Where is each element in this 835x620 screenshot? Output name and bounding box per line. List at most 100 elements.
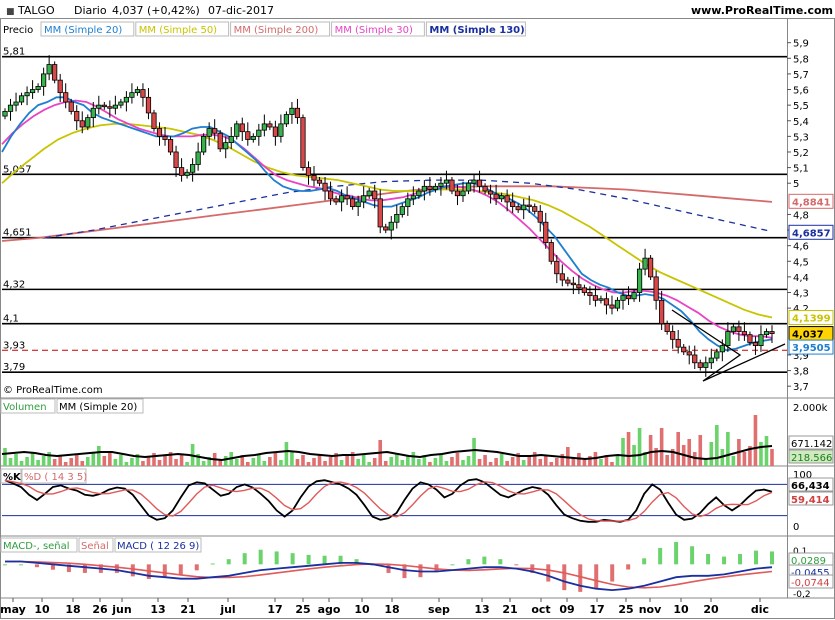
candle-body-129 bbox=[714, 351, 720, 359]
candle-body-123 bbox=[681, 346, 687, 353]
candle-body-20 bbox=[112, 104, 118, 109]
volume-legend-label: Volumen bbox=[3, 402, 47, 413]
candle-body-120 bbox=[664, 323, 670, 332]
volume-bar-17 bbox=[97, 446, 101, 466]
ma-line-200 bbox=[1, 185, 773, 242]
volume-bar-77 bbox=[428, 462, 432, 466]
candle-body-128 bbox=[708, 357, 714, 364]
volume-bar-65 bbox=[361, 455, 366, 466]
candle-body-42 bbox=[234, 123, 240, 137]
candle-body-14 bbox=[79, 120, 85, 128]
volume-bar-62 bbox=[345, 456, 349, 466]
volume-bar-88 bbox=[488, 462, 493, 466]
volume-bar-13 bbox=[74, 454, 79, 466]
candle-body-65 bbox=[361, 195, 367, 203]
candle-body-0 bbox=[2, 110, 8, 117]
candle-body-133 bbox=[736, 326, 742, 332]
stoch-tag-0: 66,434 bbox=[791, 481, 830, 492]
macd-hist-bar-34 bbox=[546, 564, 551, 582]
stoch-axis-label-2: 0 bbox=[793, 522, 799, 533]
candle-body-31 bbox=[173, 151, 179, 168]
x-axis-label-9: 25 bbox=[295, 603, 310, 616]
volume-bar-11 bbox=[63, 462, 68, 466]
volume-bar-136 bbox=[753, 415, 758, 466]
candle-body-136 bbox=[752, 342, 759, 346]
candle-body-85 bbox=[471, 179, 477, 184]
price-axis-label-0: 5,9 bbox=[793, 39, 809, 50]
volume-bar-6 bbox=[36, 460, 40, 466]
volume-bar-16 bbox=[91, 453, 96, 466]
price-axis-label-15: 4,3 bbox=[793, 289, 809, 300]
macd-hist-bar-39 bbox=[626, 564, 631, 570]
macd-legend-main: MACD ( 12 26 9) bbox=[117, 541, 199, 552]
candle-body-125 bbox=[692, 354, 698, 364]
volume-bar-54 bbox=[301, 455, 305, 466]
macd-hist-bar-11 bbox=[178, 564, 183, 576]
copyright-label: © ProRealTime.com bbox=[3, 385, 103, 396]
volume-bar-50 bbox=[279, 460, 283, 466]
macd-hist-bar-40 bbox=[642, 558, 647, 565]
candle-body-24 bbox=[134, 89, 141, 94]
x-axis-label-19: 25 bbox=[618, 603, 633, 616]
candle-body-117 bbox=[648, 257, 654, 278]
candle-body-52 bbox=[289, 107, 295, 115]
candle-body-121 bbox=[670, 331, 676, 340]
volume-bar-40 bbox=[223, 456, 228, 466]
candle-body-80 bbox=[443, 179, 450, 184]
macd-hist-bar-18 bbox=[290, 553, 295, 565]
candle-body-38 bbox=[212, 128, 218, 134]
candle-body-111 bbox=[614, 299, 621, 309]
value-tag-2: 4,1399 bbox=[792, 314, 831, 325]
volume-bar-20 bbox=[113, 459, 118, 466]
candle-body-35 bbox=[195, 151, 201, 165]
x-axis-label-5: 13 bbox=[150, 603, 165, 616]
candle-body-84 bbox=[465, 182, 472, 192]
volume-bar-28 bbox=[157, 460, 162, 466]
price-axis-label-5: 5,4 bbox=[793, 117, 809, 128]
candle-body-70 bbox=[388, 221, 394, 231]
candle-body-68 bbox=[377, 198, 383, 228]
x-axis-label-20: nov bbox=[639, 603, 662, 616]
macd-hist-bar-1 bbox=[18, 564, 23, 566]
price-axis-label-1: 5,8 bbox=[793, 54, 809, 65]
volume-bar-25 bbox=[141, 461, 145, 466]
price-axis-label-2: 5,7 bbox=[793, 70, 809, 81]
stoch-d-legend: %D ( 14 3 5) bbox=[24, 472, 87, 483]
volume-bar-47 bbox=[262, 461, 267, 466]
candle-body-23 bbox=[129, 92, 135, 98]
volume-bar-45 bbox=[251, 458, 256, 466]
volume-bar-119 bbox=[659, 428, 664, 466]
candle-body-137 bbox=[758, 334, 764, 346]
volume-bar-7 bbox=[41, 456, 46, 466]
volume-bar-75 bbox=[417, 459, 421, 466]
price-axis-label-13: 4,5 bbox=[793, 257, 809, 268]
macd-hist-bar-13 bbox=[210, 563, 215, 565]
x-axis-label-12: 18 bbox=[384, 603, 399, 616]
candle-body-64 bbox=[355, 201, 361, 208]
candle-body-59 bbox=[327, 190, 334, 200]
volume-bar-89 bbox=[494, 458, 498, 466]
volume-bar-72 bbox=[400, 460, 405, 466]
candle-body-7 bbox=[41, 73, 47, 87]
macd-hist-bar-43 bbox=[690, 546, 695, 565]
candle-body-93 bbox=[515, 206, 521, 211]
volume-bar-1 bbox=[8, 458, 13, 466]
candle-body-13 bbox=[74, 110, 80, 122]
volume-bar-115 bbox=[637, 428, 642, 466]
candle-body-30 bbox=[167, 139, 174, 153]
volume-bar-138 bbox=[764, 436, 769, 466]
volume-bar-94 bbox=[521, 460, 526, 466]
volume-bar-27 bbox=[152, 453, 156, 466]
candle-body-4 bbox=[24, 92, 30, 97]
candle-body-17 bbox=[96, 104, 102, 109]
macd-hist-bar-7 bbox=[114, 564, 119, 573]
price-axis-label-7: 5,2 bbox=[793, 148, 809, 159]
volume-bar-108 bbox=[599, 459, 603, 466]
candle-body-115 bbox=[636, 268, 643, 293]
volume-bar-137 bbox=[759, 442, 763, 466]
volume-bar-95 bbox=[527, 456, 532, 466]
candle-body-113 bbox=[625, 295, 632, 300]
volume-bar-128 bbox=[709, 442, 714, 466]
price-axis-label-4: 5,5 bbox=[793, 101, 809, 112]
x-axis-label-17: 09 bbox=[559, 603, 574, 616]
